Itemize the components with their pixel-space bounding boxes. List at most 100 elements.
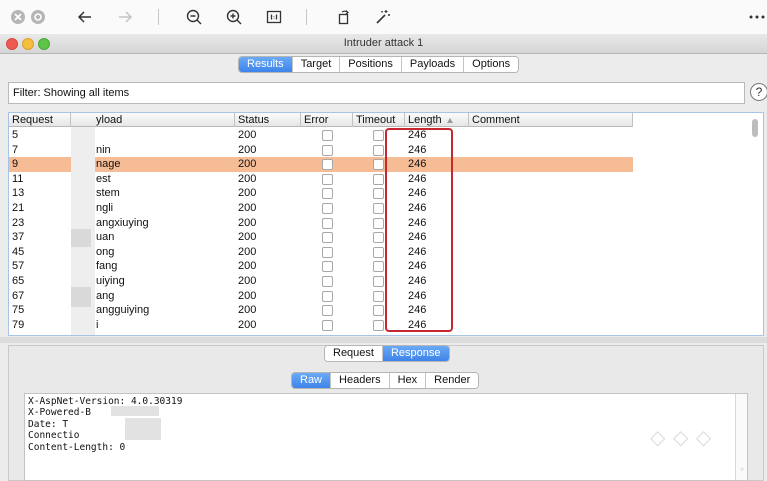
redaction-overlay xyxy=(71,229,91,247)
error-checkbox[interactable] xyxy=(322,130,333,141)
cell-status: 200 xyxy=(238,216,257,229)
message-tabs: Request Response xyxy=(324,345,450,362)
column-comment[interactable]: Comment xyxy=(469,113,633,127)
cell-request: 13 xyxy=(12,187,25,200)
cell-request: 65 xyxy=(12,274,25,287)
cell-status: 200 xyxy=(238,260,257,273)
error-checkbox[interactable] xyxy=(322,202,333,214)
filter-bar[interactable]: Filter: Showing all items xyxy=(8,82,745,104)
error-checkbox[interactable] xyxy=(322,319,333,331)
tab-request[interactable]: Request xyxy=(325,346,382,361)
timeout-checkbox[interactable] xyxy=(373,232,384,244)
table-row[interactable]: 57 fang 200 246 xyxy=(9,259,633,274)
cell-comment xyxy=(469,230,633,245)
timeout-checkbox[interactable] xyxy=(373,159,384,171)
cell-comment xyxy=(469,186,633,201)
table-row[interactable]: 65 uiying 200 246 xyxy=(9,274,633,289)
error-checkbox[interactable] xyxy=(322,217,333,229)
timeout-checkbox[interactable] xyxy=(373,290,384,302)
tab-results[interactable]: Results xyxy=(239,57,292,72)
magic-wand-icon[interactable] xyxy=(373,7,393,27)
tab-options[interactable]: Options xyxy=(463,57,519,72)
table-row[interactable]: 13 stem 200 246 xyxy=(9,186,633,201)
error-checkbox[interactable] xyxy=(322,290,333,302)
column-payload[interactable]: yload xyxy=(71,113,235,127)
cell-status: 200 xyxy=(238,158,257,171)
timeout-checkbox[interactable] xyxy=(373,130,384,141)
cell-status: 200 xyxy=(238,143,257,156)
error-checkbox[interactable] xyxy=(322,275,333,287)
timeout-checkbox[interactable] xyxy=(373,275,384,287)
table-row[interactable]: 45 ong 200 246 xyxy=(9,245,633,260)
timeout-checkbox[interactable] xyxy=(373,217,384,229)
error-checkbox[interactable] xyxy=(322,173,333,185)
column-length[interactable]: Length xyxy=(405,113,469,127)
timeout-checkbox[interactable] xyxy=(373,188,384,200)
column-timeout[interactable]: Timeout xyxy=(353,113,405,127)
table-row[interactable]: 21 ngli 200 246 xyxy=(9,201,633,216)
error-checkbox[interactable] xyxy=(322,261,333,273)
column-error[interactable]: Error xyxy=(301,113,353,127)
tab-target[interactable]: Target xyxy=(291,57,340,72)
error-checkbox[interactable] xyxy=(322,188,333,200)
table-scrollbar[interactable] xyxy=(752,119,758,137)
timeout-checkbox[interactable] xyxy=(373,173,384,185)
cell-request: 79 xyxy=(12,318,25,331)
tab-payloads[interactable]: Payloads xyxy=(400,57,464,72)
table-row[interactable]: 37 uan 200 246 xyxy=(9,230,633,245)
cell-comment xyxy=(469,143,633,158)
table-row[interactable]: 11 est 200 246 xyxy=(9,172,633,187)
cell-comment xyxy=(469,245,633,260)
pane-splitter[interactable] xyxy=(0,337,767,343)
response-line: Content-Length: 0 xyxy=(28,441,126,453)
forward-arrow-icon[interactable] xyxy=(115,7,135,27)
column-length-label: Length xyxy=(408,114,442,126)
more-icon[interactable] xyxy=(748,7,766,27)
zoom-out-icon[interactable] xyxy=(184,7,204,27)
help-icon[interactable]: ? xyxy=(750,83,767,101)
timeout-checkbox[interactable] xyxy=(373,202,384,214)
close-circle-icon[interactable] xyxy=(8,7,28,27)
cell-request: 23 xyxy=(12,216,25,229)
cell-comment xyxy=(469,274,633,289)
back-arrow-icon[interactable] xyxy=(75,7,95,27)
column-status[interactable]: Status xyxy=(235,113,301,127)
redaction-overlay xyxy=(125,418,161,440)
table-row[interactable]: 23 angxiuying 200 246 xyxy=(9,216,633,231)
tab-positions[interactable]: Positions xyxy=(339,57,401,72)
rotate-icon[interactable] xyxy=(334,7,354,27)
cell-status: 200 xyxy=(238,172,257,185)
table-row[interactable]: 7 nin 200 246 xyxy=(9,143,633,158)
table-row[interactable]: 5 200 246 xyxy=(9,128,633,143)
error-checkbox[interactable] xyxy=(322,159,333,171)
tab-raw[interactable]: Raw xyxy=(292,373,331,388)
tab-hex[interactable]: Hex xyxy=(388,373,426,388)
error-checkbox[interactable] xyxy=(322,305,333,317)
timeout-checkbox[interactable] xyxy=(373,305,384,317)
timeout-checkbox[interactable] xyxy=(373,144,384,156)
response-viewer[interactable]: X-AspNet-Version: 4.0.30319 X-Powered-B S… xyxy=(24,393,748,481)
error-checkbox[interactable] xyxy=(322,144,333,156)
tab-headers[interactable]: Headers xyxy=(330,373,389,388)
table-row[interactable]: 79 i 200 246 xyxy=(9,318,633,333)
table-row[interactable]: 75 angguiying 200 246 xyxy=(9,303,633,318)
tab-response[interactable]: Response xyxy=(381,346,449,361)
viewer-toolbar xyxy=(0,0,767,34)
timeout-checkbox[interactable] xyxy=(373,319,384,331)
table-row[interactable]: 67 ang 200 246 xyxy=(9,289,633,304)
cell-payload: est xyxy=(96,172,111,185)
actual-size-icon[interactable] xyxy=(264,7,284,27)
stop-circle-icon[interactable] xyxy=(28,7,48,27)
zoom-in-icon[interactable] xyxy=(224,7,244,27)
cell-comment xyxy=(469,128,633,143)
cell-request: 9 xyxy=(12,158,19,171)
error-checkbox[interactable] xyxy=(322,232,333,244)
cell-status: 200 xyxy=(238,274,257,287)
column-request[interactable]: Request xyxy=(9,113,71,127)
table-row[interactable]: 9 nage 200 246 xyxy=(9,157,633,172)
table-header: Request yload Status Error Timeout Lengt… xyxy=(9,113,633,127)
tab-render[interactable]: Render xyxy=(425,373,479,388)
error-checkbox[interactable] xyxy=(322,246,333,258)
timeout-checkbox[interactable] xyxy=(373,261,384,273)
timeout-checkbox[interactable] xyxy=(373,246,384,258)
